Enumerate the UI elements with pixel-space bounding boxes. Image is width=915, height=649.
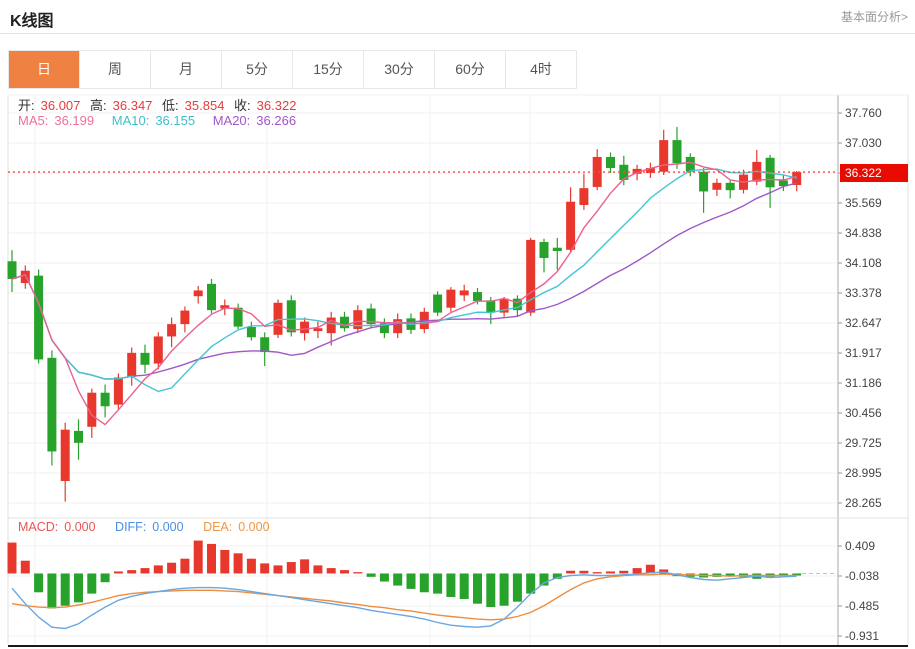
svg-text:37.030: 37.030 xyxy=(845,136,882,150)
open-label: 开: xyxy=(18,98,35,113)
diff-line xyxy=(11,571,797,630)
ma10-label: MA10: xyxy=(111,113,150,128)
ma5-value: 36.199 xyxy=(54,113,95,128)
svg-text:0.409: 0.409 xyxy=(845,539,875,553)
svg-text:-0.485: -0.485 xyxy=(845,599,879,613)
svg-text:34.108: 34.108 xyxy=(845,256,882,270)
dea-label: DEA: xyxy=(203,520,233,534)
low-value: 35.854 xyxy=(184,98,225,113)
diff-value: 0.000 xyxy=(152,520,184,534)
macd-series[interactable] xyxy=(7,540,839,630)
svg-text:-0.038: -0.038 xyxy=(845,569,879,583)
close-label: 收: xyxy=(234,98,251,113)
svg-text:33.378: 33.378 xyxy=(845,286,882,300)
high-value: 36.347 xyxy=(112,98,153,113)
macd-value: 0.000 xyxy=(64,520,96,534)
svg-text:30.456: 30.456 xyxy=(845,406,882,420)
svg-text:28.995: 28.995 xyxy=(845,466,882,480)
ohlc-legend: 开: 36.007 高: 36.347 低: 35.854 收: 36.322 xyxy=(18,95,302,114)
low-label: 低: xyxy=(162,98,179,113)
ma20-value: 36.266 xyxy=(256,113,297,128)
svg-text:28.265: 28.265 xyxy=(845,496,882,510)
svg-text:-0.931: -0.931 xyxy=(845,629,879,643)
ma20-line xyxy=(11,182,797,380)
current-price-badge: 36.322 xyxy=(840,164,908,182)
macd-label: MACD: xyxy=(18,520,59,534)
ma5-label: MA5: xyxy=(18,113,49,128)
open-value: 36.007 xyxy=(40,98,81,113)
svg-text:34.838: 34.838 xyxy=(845,226,882,240)
svg-text:32.647: 32.647 xyxy=(845,316,882,330)
macd-legend: MACD: 0.000 DIFF: 0.000 DEA: 0.000 xyxy=(18,520,276,534)
svg-text:31.917: 31.917 xyxy=(845,346,882,360)
svg-text:31.186: 31.186 xyxy=(845,376,882,390)
dea-value: 0.000 xyxy=(238,520,270,534)
ma10-value: 36.155 xyxy=(155,113,196,128)
ma-legend: MA5: 36.199 MA10: 36.155 MA20: 36.266 xyxy=(18,113,302,128)
svg-text:35.569: 35.569 xyxy=(845,196,882,210)
svg-text:29.725: 29.725 xyxy=(845,436,882,450)
kline-app: K线图 基本面分析> 日 周 月 5分 15分 30分 60分 4时 37.76… xyxy=(0,0,915,649)
ma20-label: MA20: xyxy=(212,113,251,128)
candlestick-series[interactable] xyxy=(7,126,802,502)
diff-label: DIFF: xyxy=(115,520,147,534)
high-label: 高: xyxy=(90,98,107,113)
svg-text:37.760: 37.760 xyxy=(845,106,882,120)
close-value: 36.322 xyxy=(256,98,297,113)
